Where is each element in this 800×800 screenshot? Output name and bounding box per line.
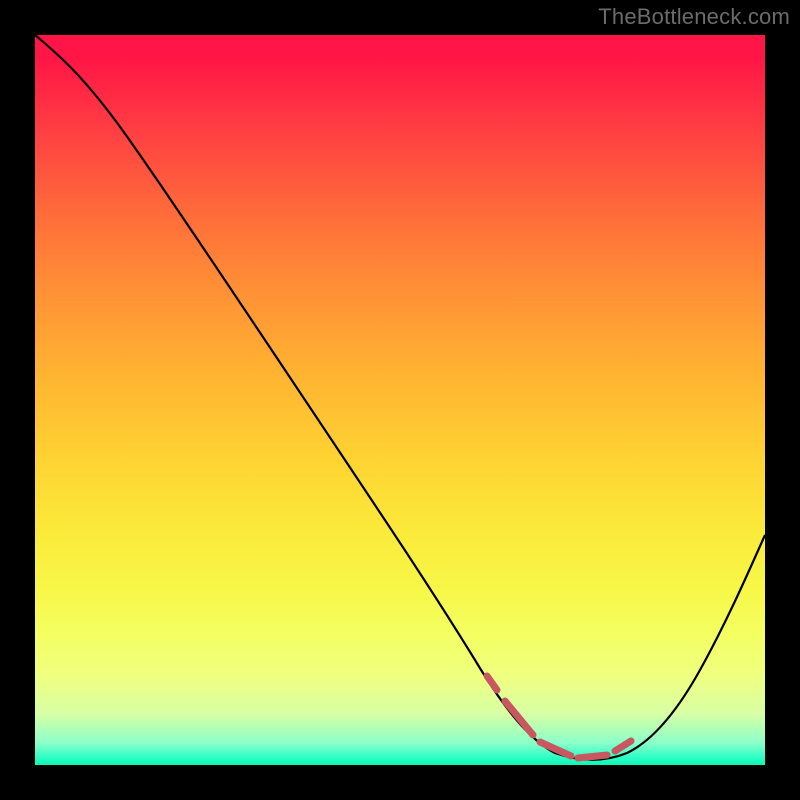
bottom-marker-band <box>487 676 631 758</box>
main-curve <box>35 35 765 760</box>
watermark-text: TheBottleneck.com <box>598 4 790 30</box>
chart-frame: TheBottleneck.com <box>0 0 800 800</box>
curve-layer <box>35 35 765 765</box>
plot-area <box>35 35 765 765</box>
